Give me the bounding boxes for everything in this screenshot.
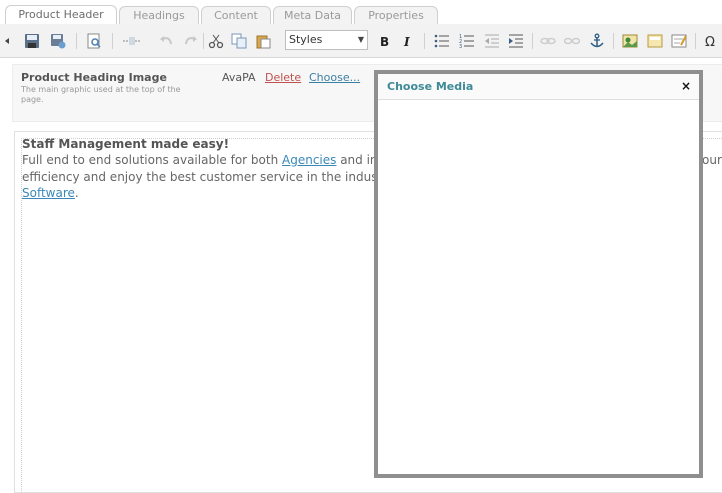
tab-properties[interactable]: Properties xyxy=(354,6,438,24)
line-text: Full end to end solutions available for … xyxy=(22,153,282,167)
unlink-icon[interactable] xyxy=(564,33,580,49)
svg-text:3: 3 xyxy=(459,44,462,49)
chevron-down-icon: ▼ xyxy=(357,35,364,44)
copy-icon[interactable] xyxy=(231,33,247,49)
italic-icon[interactable]: I xyxy=(399,33,415,49)
toolbar-separator xyxy=(613,33,614,49)
tab-bar: Product Header Headings Content Meta Dat… xyxy=(0,0,722,25)
indent-icon[interactable] xyxy=(508,33,524,49)
agencies-link[interactable]: Agencies xyxy=(282,153,336,167)
save-as-icon[interactable] xyxy=(50,33,66,49)
bulleted-list-icon[interactable] xyxy=(434,33,450,49)
preview-icon[interactable] xyxy=(86,33,102,49)
document-line: Software. xyxy=(22,186,79,200)
redo-icon[interactable] xyxy=(183,33,199,49)
document-line-right: our xyxy=(702,153,722,167)
dialog-header: Choose Media × xyxy=(378,74,699,100)
tab-meta-data[interactable]: Meta Data xyxy=(273,6,352,24)
document-line: Full end to end solutions available for … xyxy=(22,153,389,167)
svg-text:Ω: Ω xyxy=(705,35,715,49)
collapse-arrow-icon[interactable] xyxy=(3,33,11,49)
toolbar-separator xyxy=(112,33,113,49)
tab-content[interactable]: Content xyxy=(201,6,271,24)
form-icon[interactable] xyxy=(671,33,687,49)
svg-text:B: B xyxy=(380,35,389,49)
close-icon[interactable]: × xyxy=(681,79,691,93)
software-link[interactable]: Software xyxy=(22,186,75,200)
link-icon[interactable] xyxy=(540,33,556,49)
delete-link[interactable]: Delete xyxy=(265,71,301,84)
toolbar-separator xyxy=(532,33,533,49)
tab-product-header[interactable]: Product Header xyxy=(5,5,117,24)
styles-value: Styles xyxy=(289,33,323,46)
styles-dropdown[interactable]: Styles ▼ xyxy=(285,30,368,50)
line-text: . xyxy=(74,186,79,200)
undo-icon[interactable] xyxy=(158,33,174,49)
field-description: The main graphic used at the top of the … xyxy=(21,85,181,104)
page-break-icon[interactable] xyxy=(122,33,142,49)
bold-icon[interactable]: B xyxy=(376,33,392,49)
cut-icon[interactable] xyxy=(208,33,224,49)
dialog-body: Choose Media × xyxy=(378,74,699,474)
toolbar-separator xyxy=(695,33,696,49)
paste-icon[interactable] xyxy=(255,33,271,49)
svg-text:I: I xyxy=(403,35,410,49)
image-icon[interactable] xyxy=(622,33,638,49)
document-heading: Staff Management made easy! xyxy=(22,137,230,151)
outdent-icon[interactable] xyxy=(484,33,500,49)
save-icon[interactable] xyxy=(24,33,40,49)
field-value: AvaPA xyxy=(222,71,256,84)
tab-headings[interactable]: Headings xyxy=(119,6,199,24)
document-line: efficiency and enjoy the best customer s… xyxy=(22,170,383,184)
toolbar-separator xyxy=(203,33,204,49)
toolbar-separator xyxy=(76,33,77,49)
dialog-title: Choose Media xyxy=(387,80,474,93)
anchor-icon[interactable] xyxy=(589,33,605,49)
toolbar-separator xyxy=(424,33,425,49)
field-label: Product Heading Image xyxy=(21,71,167,84)
special-char-icon[interactable]: Ω xyxy=(704,33,720,49)
choose-media-dialog: Choose Media × xyxy=(374,70,703,478)
numbered-list-icon[interactable]: 123 xyxy=(459,33,475,49)
editor-toolbar: Styles ▼ B I 123 Ω xyxy=(0,24,722,58)
choose-link[interactable]: Choose... xyxy=(309,71,360,84)
media-icon[interactable] xyxy=(647,33,663,49)
